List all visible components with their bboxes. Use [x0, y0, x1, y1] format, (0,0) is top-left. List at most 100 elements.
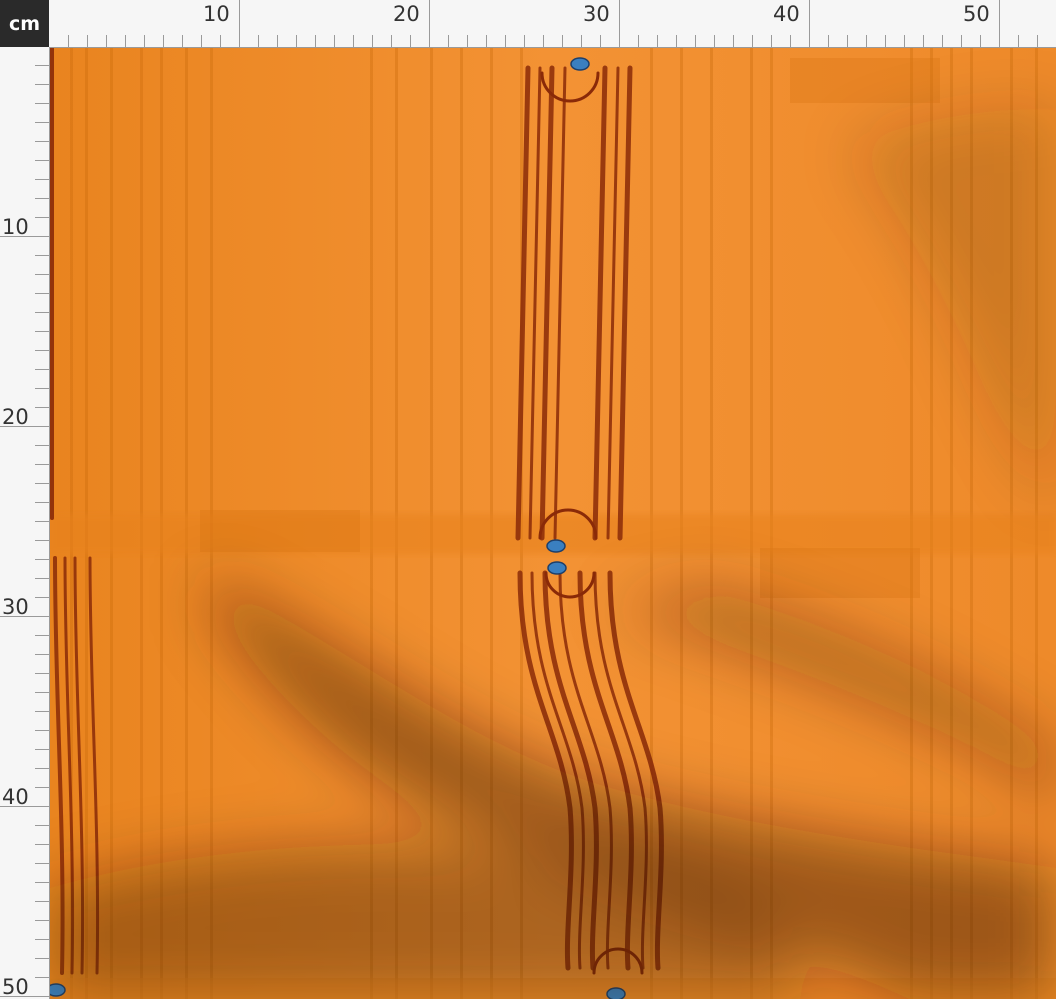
ruler-tick	[35, 141, 49, 142]
ruler-label: 40	[2, 785, 29, 809]
ruler-tick	[35, 692, 49, 693]
horizontal-ruler: 10 20 30 40 50	[49, 0, 1056, 48]
ruler-tick	[35, 863, 49, 864]
ruler-tick	[35, 977, 49, 978]
ruler-tick	[35, 483, 49, 484]
ruler-tick	[35, 84, 49, 85]
ruler-tick	[35, 635, 49, 636]
ruler-tick	[125, 35, 126, 47]
ruler-tick	[467, 35, 468, 47]
ruler-tick	[258, 35, 259, 47]
ruler-tick	[543, 35, 544, 47]
ruler-tick	[410, 35, 411, 47]
ruler-tick	[35, 198, 49, 199]
ruler-tick	[315, 35, 316, 47]
ruler-tick	[239, 0, 240, 47]
ruler-tick	[35, 540, 49, 541]
ruler-tick	[35, 160, 49, 161]
ruler-tick	[391, 35, 392, 47]
ruler-tick	[35, 103, 49, 104]
ruler-tick	[296, 35, 297, 47]
ruler-tick	[1018, 35, 1019, 47]
ornament-dot	[570, 57, 590, 71]
ruler-tick	[619, 0, 620, 47]
ornament-dot	[546, 539, 566, 553]
ruler-tick	[201, 35, 202, 47]
ruler-tick	[714, 35, 715, 47]
ruler-label: 20	[393, 2, 420, 26]
ruler-tick	[885, 35, 886, 47]
ruler-tick	[35, 407, 49, 408]
ruler-label: 40	[773, 2, 800, 26]
ruler-tick	[68, 35, 69, 47]
ruler-tick	[277, 35, 278, 47]
ruler-tick	[35, 312, 49, 313]
ruler-tick	[182, 35, 183, 47]
ruler-label: 20	[2, 405, 29, 429]
ruler-tick	[35, 578, 49, 579]
ruler-tick	[752, 35, 753, 47]
ruler-tick	[35, 217, 49, 218]
fabric-swatch	[50, 48, 1056, 999]
ruler-tick	[87, 35, 88, 47]
ruler-tick	[35, 711, 49, 712]
ruler-tick	[35, 350, 49, 351]
unit-label: cm	[0, 0, 49, 47]
ruler-tick	[35, 179, 49, 180]
ruler-label: 30	[583, 2, 610, 26]
ruler-tick	[657, 35, 658, 47]
ruler-tick	[35, 559, 49, 560]
ruler-tick	[904, 35, 905, 47]
ruler-label: 50	[2, 975, 29, 999]
ruler-tick	[809, 0, 810, 47]
ruler-tick	[35, 939, 49, 940]
ruler-label: 10	[203, 2, 230, 26]
ornament-dot	[547, 561, 567, 575]
ruler-tick	[35, 749, 49, 750]
ruler-tick	[771, 35, 772, 47]
vertical-ruler: 10 20 30 40 50	[0, 47, 50, 999]
ruler-tick	[35, 331, 49, 332]
ruler-tick	[923, 35, 924, 47]
ruler-tick	[35, 958, 49, 959]
ruler-tick	[942, 35, 943, 47]
ruler-tick	[35, 882, 49, 883]
ruler-label: 50	[963, 2, 990, 26]
ruler-label: 30	[2, 595, 29, 619]
ruler-tick	[638, 35, 639, 47]
ruler-tick	[429, 0, 430, 47]
ruler-tick	[35, 654, 49, 655]
ruler-tick	[828, 35, 829, 47]
ruler-tick	[353, 35, 354, 47]
ruler-tick	[866, 35, 867, 47]
ruler-tick	[35, 445, 49, 446]
ruler-tick	[220, 35, 221, 47]
ruler-tick	[35, 920, 49, 921]
ruler-tick	[35, 274, 49, 275]
ruler-tick	[961, 35, 962, 47]
ruler-tick	[35, 122, 49, 123]
ruler-tick	[581, 35, 582, 47]
ruler-tick	[163, 35, 164, 47]
fabric-pattern	[50, 48, 1056, 999]
ruler-tick	[35, 844, 49, 845]
ruler-tick	[35, 825, 49, 826]
ruler-tick	[334, 35, 335, 47]
ruler-tick	[35, 673, 49, 674]
ruler-tick	[35, 369, 49, 370]
ruler-tick	[372, 35, 373, 47]
ruler-tick	[35, 502, 49, 503]
ruler-tick	[35, 730, 49, 731]
ruler-tick	[505, 35, 506, 47]
ruler-tick	[676, 35, 677, 47]
ruler-tick	[524, 35, 525, 47]
ruler-tick	[106, 35, 107, 47]
ruler-label: 10	[2, 215, 29, 239]
ruler-tick	[35, 521, 49, 522]
ruler-tick	[35, 255, 49, 256]
ruler-tick	[980, 35, 981, 47]
ruler-tick	[562, 35, 563, 47]
ruler-tick	[448, 35, 449, 47]
ruler-tick	[35, 597, 49, 598]
ruler-tick	[790, 35, 791, 47]
